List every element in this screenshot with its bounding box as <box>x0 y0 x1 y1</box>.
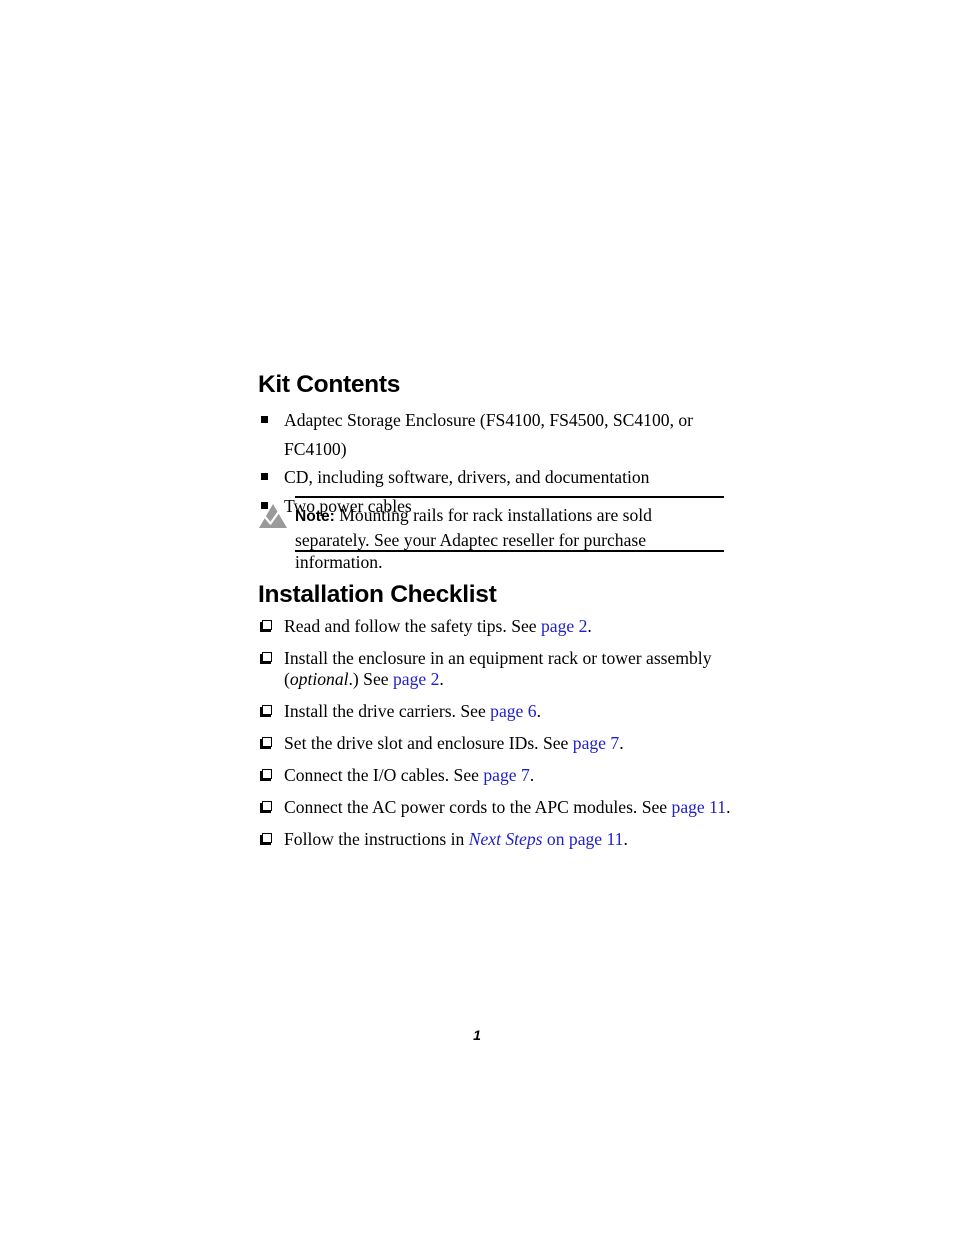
checklist-item-text-end: . <box>587 616 592 636</box>
page-link[interactable]: page 11 <box>672 797 727 817</box>
page-link[interactable]: page 6 <box>490 701 536 721</box>
checklist-item-text-end: . <box>726 797 731 817</box>
checklist-item[interactable]: Follow the instructions in Next Steps on… <box>258 829 738 850</box>
checklist-item-emphasis: optional <box>289 669 349 689</box>
checklist-item-text: Connect the AC power cords to the APC mo… <box>284 797 672 817</box>
document-page: Kit Contents Adaptec Storage Enclosure (… <box>0 0 954 1235</box>
page-link[interactable]: page 2 <box>541 616 587 636</box>
page-link[interactable]: page 7 <box>573 733 619 753</box>
shadowed-square-checkbox-icon[interactable] <box>260 737 272 749</box>
filled-square-bullet-icon <box>261 416 268 423</box>
checklist-item-text: Set the drive slot and enclosure IDs. Se… <box>284 733 573 753</box>
cross-reference-link-page[interactable]: on page 11 <box>543 829 624 849</box>
checklist-item-text-end: . <box>536 701 541 721</box>
page-link[interactable]: page 2 <box>393 669 439 689</box>
shadowed-square-checkbox-icon[interactable] <box>260 801 272 813</box>
installation-checklist-heading: Installation Checklist <box>258 581 497 608</box>
checklist-item-text-end: . <box>529 765 535 785</box>
note-triangle-checkmark-icon <box>259 504 287 528</box>
kit-contents-heading: Kit Contents <box>258 371 401 398</box>
checklist-item[interactable]: Read and follow the safety tips. See pag… <box>258 616 738 637</box>
list-item-label: CD, including software, drivers, and doc… <box>284 467 650 487</box>
checklist-item[interactable]: Connect the I/O cables. See page 7. <box>258 765 738 786</box>
checklist-item-text-end: . <box>623 829 628 849</box>
checklist-item-text: Install the drive carriers. See <box>284 701 491 721</box>
note-callout: Note: Mounting rails for rack installati… <box>258 496 724 572</box>
shadowed-square-checkbox-icon[interactable] <box>260 620 272 632</box>
page-number: 1 <box>473 1027 481 1043</box>
page-link[interactable]: page 7 <box>483 765 529 785</box>
checklist-item-text: Follow the instructions in <box>284 829 469 849</box>
checklist-item-text-mid: .) See <box>348 669 393 689</box>
shadowed-square-checkbox-icon[interactable] <box>260 652 272 664</box>
checklist-item[interactable]: Install the drive carriers. See page 6. <box>258 701 738 722</box>
filled-square-bullet-icon <box>261 473 268 480</box>
note-label: Note: <box>295 508 335 525</box>
list-item: Adaptec Storage Enclosure (FS4100, FS450… <box>258 406 738 463</box>
list-item-label: Adaptec Storage Enclosure (FS4100, FS450… <box>284 410 694 459</box>
note-text-body: Mounting rails for rack installations ar… <box>295 505 652 572</box>
installation-checklist-list: Read and follow the safety tips. See pag… <box>258 616 738 861</box>
note-rule-top <box>295 496 724 498</box>
checklist-item-text-end: . <box>439 669 444 689</box>
shadowed-square-checkbox-icon[interactable] <box>260 705 272 717</box>
list-item: CD, including software, drivers, and doc… <box>258 463 738 492</box>
shadowed-square-checkbox-icon[interactable] <box>260 833 272 845</box>
checklist-item[interactable]: Install the enclosure in an equipment ra… <box>258 648 738 690</box>
note-text-block: Note: Mounting rails for rack installati… <box>295 504 721 574</box>
checklist-item-text-end: . <box>619 733 624 753</box>
checklist-item[interactable]: Connect the AC power cords to the APC mo… <box>258 797 738 818</box>
checklist-item[interactable]: Set the drive slot and enclosure IDs. Se… <box>258 733 738 754</box>
checklist-item-text: Connect the I/O cables. See <box>284 765 484 785</box>
shadowed-square-checkbox-icon[interactable] <box>260 769 272 781</box>
checklist-item-text: Read and follow the safety tips. See <box>284 616 541 636</box>
cross-reference-link[interactable]: Next Steps <box>469 829 543 849</box>
